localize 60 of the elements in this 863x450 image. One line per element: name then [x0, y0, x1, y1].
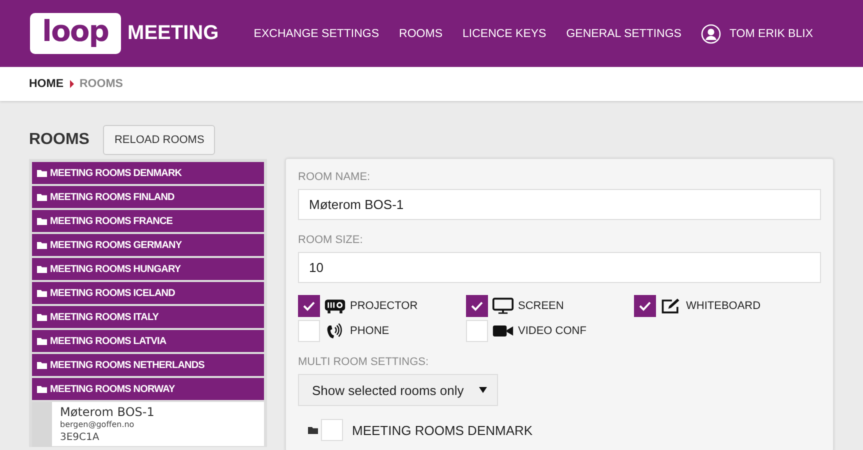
- group-label: MEETING ROOMS DENMARK: [352, 422, 533, 438]
- folder-icon: [37, 289, 47, 297]
- nav-link[interactable]: GENERAL SETTINGS: [566, 28, 682, 40]
- room-group[interactable]: MEETING ROOMS FINLAND: [32, 186, 264, 208]
- brand-name: MEETING: [128, 22, 219, 45]
- room-name-field[interactable]: Møterom BOS-1: [298, 189, 821, 220]
- nav-link[interactable]: ROOMS: [399, 28, 442, 40]
- folder-icon: [37, 241, 47, 249]
- section-title: ROOMS: [29, 131, 90, 149]
- room-code: 3E9C1A: [60, 432, 100, 443]
- room-group[interactable]: MEETING ROOMS ITALY: [32, 306, 264, 328]
- room-group[interactable]: MEETING ROOMS DENMARK: [32, 162, 264, 184]
- room-size-field[interactable]: 10: [298, 252, 821, 283]
- field-label: ROOM SIZE:: [298, 234, 364, 246]
- folder-icon: [37, 385, 47, 393]
- room-group[interactable]: MEETING ROOMS ICELAND: [32, 282, 264, 304]
- caret-icon: [479, 387, 487, 393]
- room-group[interactable]: MEETING ROOMS NETHERLANDS: [32, 354, 264, 376]
- breadcrumb-current: ROOMS: [80, 78, 123, 90]
- folder-icon: [37, 337, 47, 345]
- room-item[interactable]: Møterom BOS-1 bergen@goffen.no 3E9C1A: [52, 402, 264, 447]
- checkbox[interactable]: [466, 295, 488, 317]
- folder-icon: [37, 313, 47, 321]
- monitor-icon: [492, 297, 514, 315]
- checkmark-icon: [639, 301, 651, 311]
- folder-icon: [37, 265, 47, 273]
- checkbox-label: PROJECTOR: [350, 300, 418, 312]
- room-group[interactable]: MEETING ROOMS LATVIA: [32, 330, 264, 352]
- folder-icon: [37, 217, 47, 225]
- breadcrumb-link[interactable]: HOME: [29, 78, 64, 90]
- nav-link[interactable]: EXCHANGE SETTINGS: [254, 28, 380, 40]
- field-label: MULTI ROOM SETTINGS:: [298, 356, 430, 368]
- room-group[interactable]: MEETING ROOMS GERMANY: [32, 234, 264, 256]
- folder-icon: [37, 193, 47, 201]
- checkbox[interactable]: [634, 295, 656, 317]
- checkmark-icon: [471, 301, 483, 311]
- checkbox[interactable]: [298, 295, 320, 317]
- projector-icon: [324, 297, 346, 315]
- edit-icon: [660, 297, 682, 315]
- user-name[interactable]: TOM ERIK BLIX: [729, 28, 813, 40]
- reload-button[interactable]: RELOAD ROOMS: [103, 125, 216, 155]
- nav-link[interactable]: LICENCE KEYS: [462, 28, 546, 40]
- folder-icon: [37, 169, 47, 177]
- user-icon: [701, 24, 722, 44]
- checkbox-label: PHONE: [350, 325, 390, 337]
- folder-icon: [37, 361, 47, 369]
- field-label: ROOM NAME:: [298, 171, 372, 183]
- room-group[interactable]: MEETING ROOMS FRANCE: [32, 210, 264, 232]
- room-email: bergen@goffen.no: [60, 420, 136, 429]
- checkbox-label: WHITEBOARD: [686, 300, 761, 312]
- checkbox-label: VIDEO CONF: [518, 325, 586, 337]
- room-group[interactable]: MEETING ROOMS HUNGARY: [32, 258, 264, 280]
- room-group[interactable]: MEETING ROOMS NORWAY: [32, 378, 264, 400]
- folder-icon: [308, 426, 318, 434]
- multi-room-dropdown[interactable]: Show selected rooms only: [298, 374, 498, 406]
- breadcrumb-separator-icon: [70, 80, 74, 88]
- checkmark-icon: [303, 301, 315, 311]
- room-name: Møterom BOS-1: [60, 405, 156, 419]
- checkbox-label: SCREEN: [518, 300, 564, 312]
- logo: loop: [30, 13, 121, 54]
